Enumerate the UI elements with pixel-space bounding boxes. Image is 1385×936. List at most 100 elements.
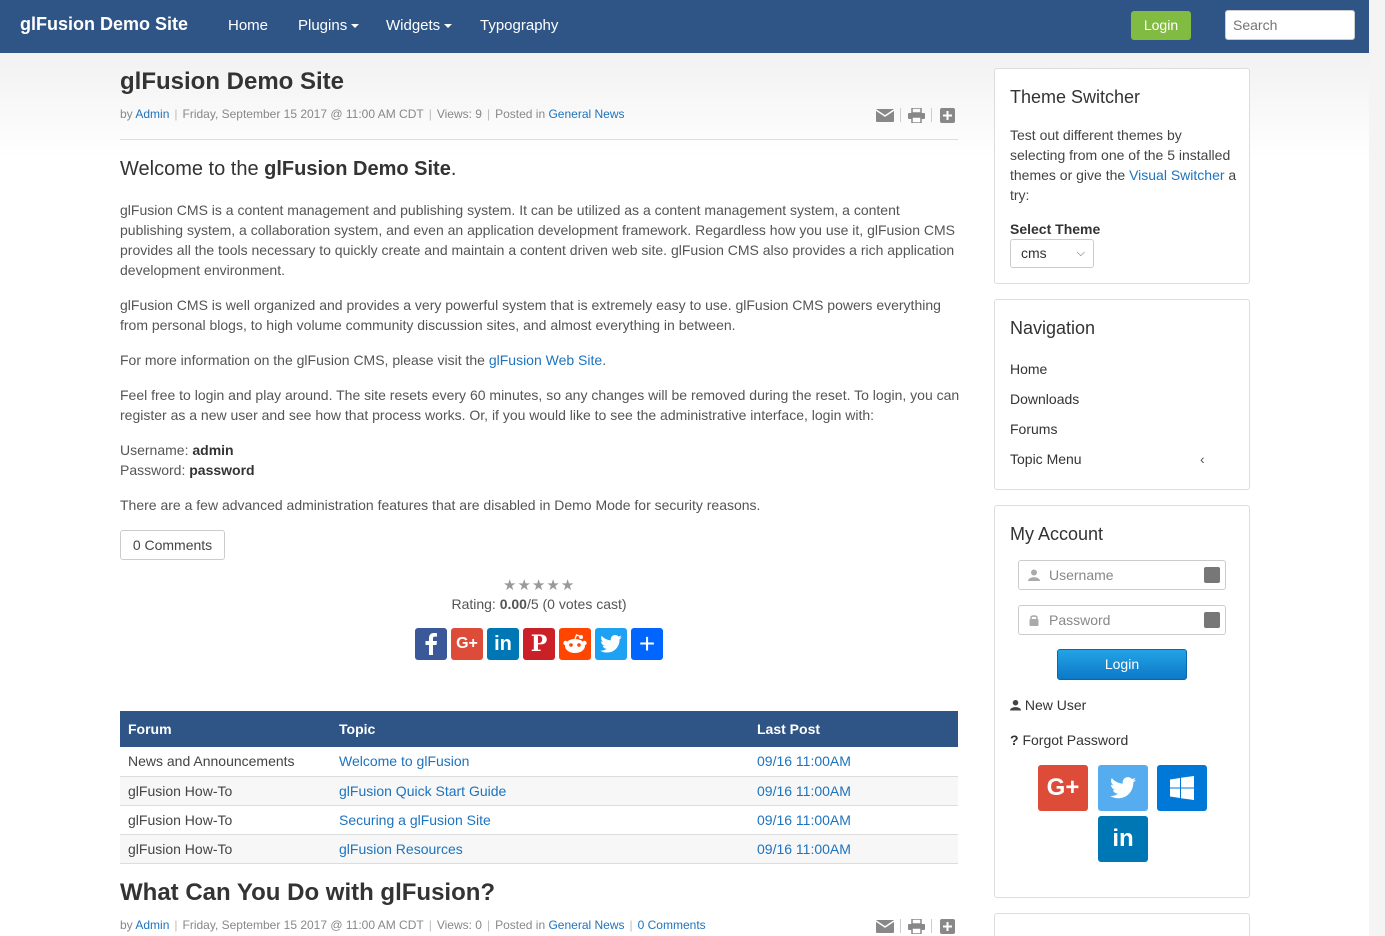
star-icon[interactable]: ★ — [503, 578, 516, 593]
author-link[interactable]: Admin — [135, 107, 169, 121]
password-field[interactable]: Password — [1018, 605, 1226, 635]
login-credentials: Username: admin Password: password — [120, 440, 960, 480]
welcome-heading: Welcome to the glFusion Demo Site. — [120, 158, 456, 181]
forum-posts-table: Forum Topic Last Post News and Announcem… — [120, 711, 958, 864]
meta-views: Views: 0 — [436, 918, 482, 932]
lock-icon — [1029, 615, 1039, 626]
star-icon[interactable]: ★ — [532, 578, 545, 593]
nav-widgets-label: Widgets — [386, 17, 441, 34]
category-link[interactable]: General News — [548, 107, 624, 121]
nav-home[interactable]: Home — [228, 17, 268, 34]
rating-stars[interactable]: ★ ★ ★ ★ ★ — [503, 578, 574, 593]
nav-widgets[interactable]: Widgets — [386, 17, 453, 34]
last-post-link[interactable]: 09/16 11:00AM — [757, 812, 851, 828]
site-brand[interactable]: glFusion Demo Site — [20, 14, 188, 35]
email-icon[interactable] — [874, 918, 896, 934]
nav-plugins[interactable]: Plugins — [298, 17, 360, 34]
sidebar-item-topic-menu[interactable]: Topic Menu — [1010, 451, 1082, 467]
sidebar-item-forums[interactable]: Forums — [1010, 421, 1057, 437]
welcome-bold: glFusion Demo Site — [264, 158, 451, 180]
nav-typography[interactable]: Typography — [480, 17, 558, 34]
rating-prefix: Rating: — [451, 596, 500, 612]
topic-link[interactable]: glFusion Resources — [339, 841, 463, 857]
meta-by: by — [120, 107, 133, 121]
new-user-link[interactable]: New User — [1010, 697, 1086, 713]
comments-button[interactable]: 0 Comments — [120, 530, 225, 560]
print-icon[interactable] — [905, 107, 927, 123]
whats-new-panel — [994, 913, 1250, 936]
topic-cell: glFusion Quick Start Guide — [331, 776, 749, 806]
story-tools — [874, 107, 958, 123]
plus-square-icon[interactable] — [936, 107, 958, 123]
last-post-link[interactable]: 09/16 11:00AM — [757, 783, 851, 799]
intro-paragraph-1: glFusion CMS is a content management and… — [120, 202, 955, 278]
share-buttons: G+ in P + — [415, 628, 663, 660]
topic-link[interactable]: Securing a glFusion Site — [339, 812, 491, 828]
twitter-icon[interactable] — [1098, 765, 1148, 811]
star-icon[interactable]: ★ — [517, 578, 530, 593]
username-field[interactable]: Username — [1018, 560, 1226, 590]
my-account-panel: My Account Username Password Login New U… — [994, 505, 1250, 898]
meta-by: by — [120, 918, 133, 932]
caret-down-icon — [351, 24, 360, 29]
search-input[interactable] — [1225, 10, 1355, 40]
more-share-icon[interactable]: + — [631, 628, 663, 660]
story-title[interactable]: What Can You Do with glFusion? — [120, 879, 495, 907]
story-divider — [120, 139, 958, 140]
linkedin-icon[interactable]: in — [1098, 816, 1148, 862]
password-value: password — [189, 462, 255, 478]
table-row: News and Announcements Welcome to glFusi… — [120, 747, 958, 777]
caret-down-icon — [444, 24, 453, 29]
nav-login-button[interactable]: Login — [1131, 11, 1191, 40]
topic-cell: Welcome to glFusion — [331, 747, 749, 777]
last-post-link[interactable]: 09/16 11:00AM — [757, 753, 851, 769]
password-label: Password: — [120, 462, 190, 478]
welcome-prefix: Welcome to the — [120, 158, 265, 180]
windows-icon[interactable] — [1157, 765, 1207, 811]
comments-link[interactable]: 0 Comments — [638, 918, 706, 932]
p3-prefix: For more information on the glFusion CMS… — [120, 352, 489, 368]
google-plus-icon[interactable]: G+ — [451, 628, 483, 660]
table-row: glFusion How-To Securing a glFusion Site… — [120, 805, 958, 835]
glfusion-website-link[interactable]: glFusion Web Site — [489, 352, 602, 368]
author-link[interactable]: Admin — [135, 918, 169, 932]
theme-switcher-panel: Theme Switcher Test out different themes… — [994, 68, 1250, 284]
page-scrollbar[interactable] — [1369, 0, 1385, 936]
chevron-left-icon[interactable]: ‹ — [1200, 451, 1205, 467]
visual-switcher-link[interactable]: Visual Switcher — [1129, 167, 1224, 183]
table-row: glFusion How-To glFusion Quick Start Gui… — [120, 776, 958, 806]
plus-square-icon[interactable] — [936, 918, 958, 934]
password-manager-icon[interactable] — [1204, 567, 1220, 583]
star-icon[interactable]: ★ — [546, 578, 559, 593]
linkedin-icon[interactable]: in — [487, 628, 519, 660]
twitter-icon[interactable] — [595, 628, 627, 660]
topic-cell: Securing a glFusion Site — [331, 805, 749, 835]
email-icon[interactable] — [874, 107, 896, 123]
print-icon[interactable] — [905, 918, 927, 934]
table-row: glFusion How-To glFusion Resources 09/16… — [120, 834, 958, 864]
chevron-down-icon: ⌵ — [1076, 247, 1085, 259]
sidebar-item-home[interactable]: Home — [1010, 361, 1047, 377]
category-link[interactable]: General News — [548, 918, 624, 932]
forum-cell: glFusion How-To — [120, 805, 331, 835]
p3-suffix: . — [602, 352, 607, 368]
sidebar-item-downloads[interactable]: Downloads — [1010, 391, 1079, 407]
forgot-password-label: Forgot Password — [1022, 732, 1129, 748]
topic-link[interactable]: Welcome to glFusion — [339, 753, 469, 769]
forgot-password-link[interactable]: ? Forgot Password — [1010, 732, 1128, 748]
story-title[interactable]: glFusion Demo Site — [120, 68, 344, 96]
login-button[interactable]: Login — [1057, 649, 1187, 680]
topic-cell: glFusion Resources — [331, 834, 749, 864]
theme-select[interactable]: cms ⌵ — [1010, 239, 1094, 268]
meta-date: Friday, September 15 2017 @ 11:00 AM CDT — [182, 918, 424, 932]
google-plus-icon[interactable]: G+ — [1038, 765, 1088, 811]
reddit-icon[interactable] — [559, 628, 591, 660]
last-post-cell: 09/16 11:00AM — [749, 805, 958, 835]
facebook-icon[interactable] — [415, 628, 447, 660]
star-icon[interactable]: ★ — [561, 578, 574, 593]
new-user-label: New User — [1024, 697, 1087, 713]
topic-link[interactable]: glFusion Quick Start Guide — [339, 783, 506, 799]
pinterest-icon[interactable]: P — [523, 628, 555, 660]
password-manager-icon[interactable] — [1204, 612, 1220, 628]
last-post-link[interactable]: 09/16 11:00AM — [757, 841, 851, 857]
